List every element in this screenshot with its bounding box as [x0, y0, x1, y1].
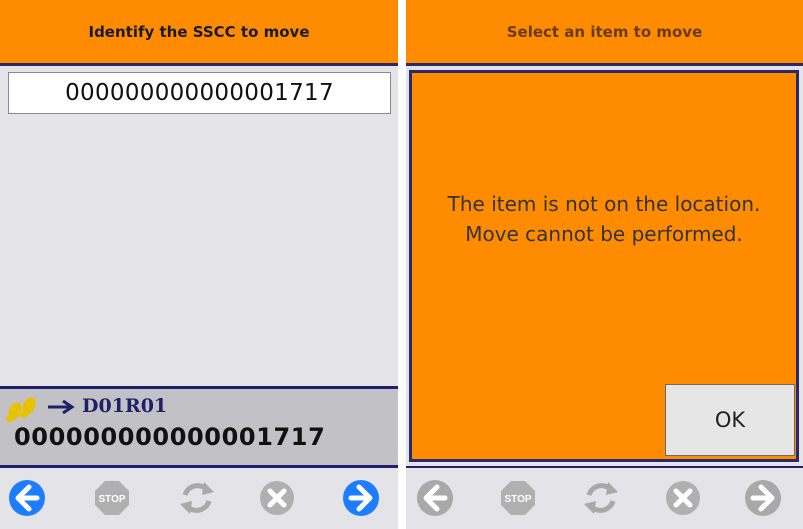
current-location-bar: D01R01 000000000000001717	[0, 386, 398, 468]
cancel-icon[interactable]	[258, 479, 296, 517]
error-message: The item is not on the location. Move ca…	[447, 192, 761, 246]
refresh-icon[interactable]	[178, 479, 216, 517]
sscc-value: 000000000000001717	[14, 423, 326, 451]
page-title: Select an item to move	[406, 0, 803, 66]
svg-text:STOP: STOP	[98, 494, 125, 505]
ok-button[interactable]: OK	[665, 384, 795, 456]
stop-icon[interactable]: STOP	[499, 479, 537, 517]
toolbar: STOP	[0, 468, 398, 529]
forward-arrow-icon[interactable]	[342, 479, 380, 517]
back-arrow-icon[interactable]	[416, 479, 454, 517]
stop-icon[interactable]: STOP	[93, 479, 131, 517]
sscc-identify-screen: Identify the SSCC to move D01R01 0000000…	[0, 0, 398, 529]
back-arrow-icon[interactable]	[8, 479, 46, 517]
svg-text:STOP: STOP	[504, 494, 531, 505]
page-title: Identify the SSCC to move	[0, 0, 398, 66]
footsteps-icon	[6, 397, 36, 422]
forward-arrow-icon[interactable]	[744, 479, 782, 517]
location-code: D01R01	[82, 395, 168, 417]
select-item-screen: Select an item to move The item is not o…	[406, 0, 803, 529]
cancel-icon[interactable]	[664, 479, 702, 517]
refresh-icon[interactable]	[582, 479, 620, 517]
error-dialog: The item is not on the location. Move ca…	[409, 70, 799, 462]
toolbar: STOP	[406, 468, 803, 529]
sscc-input[interactable]	[8, 72, 391, 114]
arrow-right-icon	[48, 399, 75, 415]
